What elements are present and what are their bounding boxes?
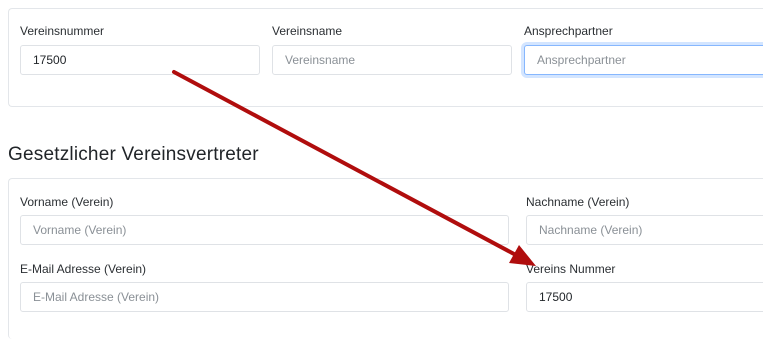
club-number-label: Vereinsnummer: [20, 24, 105, 38]
contact-person-input[interactable]: [524, 45, 763, 75]
firstname-input[interactable]: [20, 215, 509, 245]
lastname-input[interactable]: [526, 215, 763, 245]
firstname-label: Vorname (Verein): [20, 195, 114, 209]
club-name-label: Vereinsname: [272, 24, 343, 38]
representative-club-number-input[interactable]: [526, 282, 763, 312]
representative-card: [8, 178, 763, 339]
representative-club-number-label: Vereins Nummer: [526, 262, 616, 276]
contact-person-label: Ansprechpartner: [524, 24, 613, 38]
email-input[interactable]: [20, 282, 509, 312]
email-label: E-Mail Adresse (Verein): [20, 262, 147, 276]
section-title: Gesetzlicher Vereinsvertreter: [8, 144, 259, 165]
lastname-label: Nachname (Verein): [526, 195, 630, 209]
club-name-input[interactable]: [272, 45, 512, 75]
club-number-input[interactable]: [20, 45, 260, 75]
